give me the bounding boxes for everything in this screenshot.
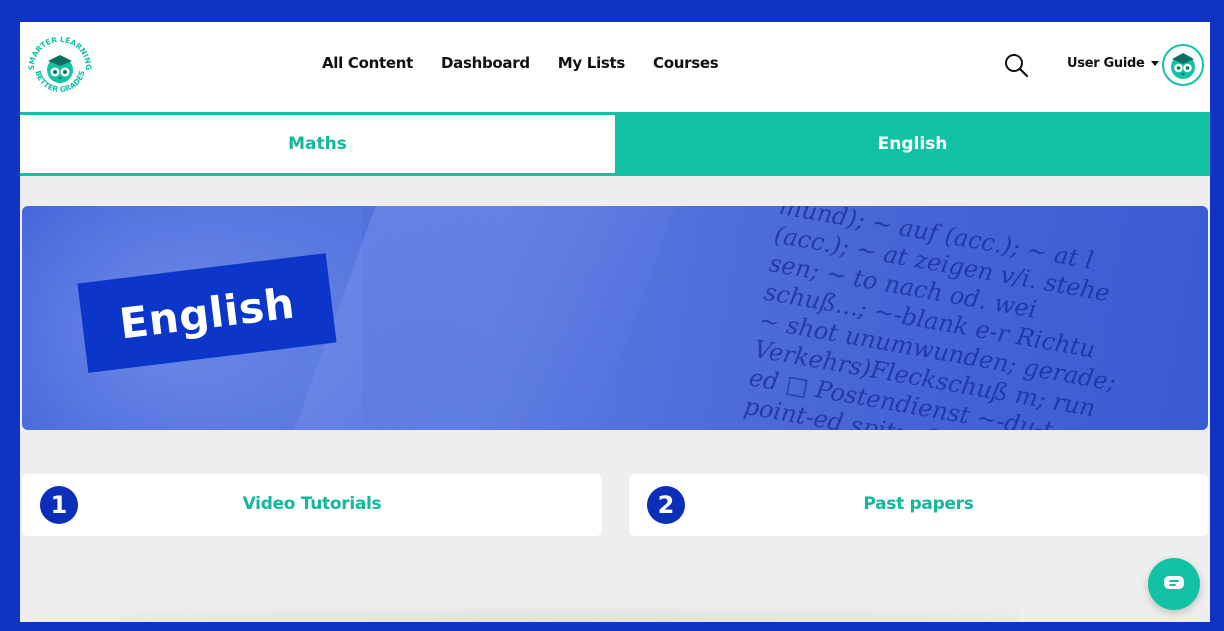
app-frame: SMARTER LEARNING BETTER GRADES All Conte… <box>20 22 1210 622</box>
top-header: SMARTER LEARNING BETTER GRADES All Conte… <box>20 22 1210 112</box>
user-guide-dropdown[interactable]: User Guide <box>1067 56 1159 71</box>
tab-english[interactable]: English <box>615 112 1210 176</box>
owl-avatar[interactable] <box>1162 44 1204 86</box>
tab-maths[interactable]: Maths <box>20 112 615 176</box>
nav-courses[interactable]: Courses <box>653 54 719 72</box>
banner-title: English <box>116 277 298 349</box>
footer-shadow <box>120 607 1020 622</box>
video-tutorials-title: Video Tutorials <box>242 494 382 514</box>
chat-icon[interactable] <box>1148 558 1200 610</box>
past-papers-title: Past papers <box>863 494 974 514</box>
past-papers-card[interactable]: 2 Past papers <box>629 474 1208 536</box>
caret-down-icon <box>1150 61 1159 66</box>
nav-dashboard[interactable]: Dashboard <box>441 54 530 72</box>
search-icon[interactable] <box>1003 52 1029 78</box>
subject-tabs: Maths English <box>20 112 1210 176</box>
subject-banner: mund); ~ auf (acc.); ~ at l (acc.); ~ at… <box>22 206 1208 430</box>
tab-english-label: English <box>877 134 948 154</box>
video-tutorials-card[interactable]: 1 Video Tutorials <box>22 474 602 536</box>
brand-logo[interactable]: SMARTER LEARNING BETTER GRADES <box>24 26 96 106</box>
tab-maths-label: Maths <box>288 134 347 154</box>
user-guide-label: User Guide <box>1067 56 1145 71</box>
nav-my-lists[interactable]: My Lists <box>558 54 626 72</box>
main-nav: All Content Dashboard My Lists Courses <box>322 54 719 72</box>
nav-all-content[interactable]: All Content <box>322 54 413 72</box>
dictionary-background-image: mund); ~ auf (acc.); ~ at l (acc.); ~ at… <box>741 206 1118 430</box>
